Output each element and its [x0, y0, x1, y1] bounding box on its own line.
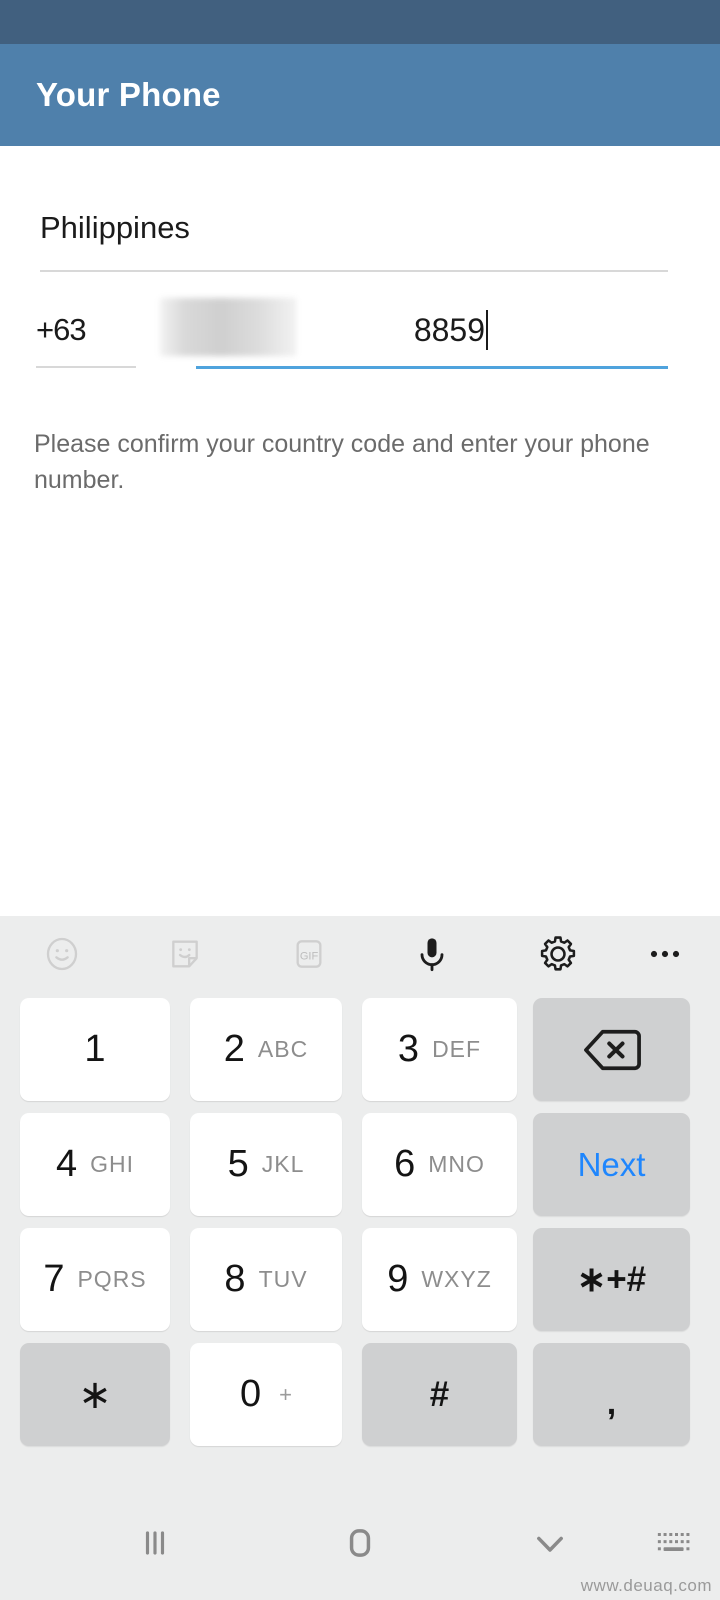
key-label: 7	[43, 1258, 65, 1300]
key-8[interactable]: 8 TUV	[190, 1228, 342, 1331]
key-label: 5	[227, 1143, 249, 1185]
svg-text:GIF: GIF	[300, 950, 319, 962]
key-symbols[interactable]: ∗+#	[533, 1228, 690, 1331]
key-sublabel: TUV	[258, 1266, 308, 1292]
key-4[interactable]: 4 GHI	[20, 1113, 170, 1216]
keypad-row: ∗ 0 + # ,	[0, 1337, 720, 1452]
backspace-icon	[583, 1029, 641, 1070]
microphone-icon[interactable]	[394, 916, 470, 992]
key-label: 8	[224, 1258, 246, 1300]
key-7[interactable]: 7 PQRS	[20, 1228, 170, 1331]
key-label: #	[429, 1374, 450, 1414]
recents-icon[interactable]	[100, 1486, 210, 1600]
key-hash[interactable]: #	[362, 1343, 517, 1446]
text-caret	[486, 310, 488, 350]
key-sublabel: WXYZ	[421, 1266, 492, 1292]
settings-gear-icon[interactable]	[520, 916, 596, 992]
app-bar: Your Phone	[0, 44, 720, 146]
keypad-row: 4 GHI 5 JKL 6 MNO Next	[0, 1107, 720, 1222]
key-backspace[interactable]	[533, 998, 690, 1101]
key-next[interactable]: Next	[533, 1113, 690, 1216]
country-code-value: +63	[36, 312, 87, 347]
keyboard-toolbar: GIF	[0, 916, 720, 992]
phone-screen: Your Phone Philippines +63 8859 Please c…	[0, 0, 720, 1600]
key-label: ,	[606, 1384, 617, 1422]
key-label: 6	[394, 1143, 416, 1185]
key-label: ∗+#	[576, 1259, 647, 1299]
phone-number-value: 8859	[413, 312, 485, 348]
key-sublabel: +	[279, 1381, 292, 1407]
form-content: Philippines +63 8859 Please confirm your…	[0, 146, 720, 1036]
keyboard: GIF 1 2 ABC 3 DEF 4 GHI 5 JKL 6 MNO Next…	[0, 916, 720, 1600]
key-label: 4	[55, 1143, 78, 1185]
key-label: 9	[387, 1258, 409, 1300]
keypad-row: 1 2 ABC 3 DEF	[0, 992, 720, 1107]
key-sublabel: PQRS	[77, 1266, 147, 1292]
country-code-underline	[36, 366, 136, 368]
key-sublabel: MNO	[428, 1151, 485, 1177]
status-bar	[0, 0, 720, 44]
android-nav-bar: www.deuaq.com	[0, 1486, 720, 1600]
site-watermark: www.deuaq.com	[580, 1576, 712, 1595]
key-sublabel: ABC	[257, 1036, 309, 1062]
phone-number-underline	[196, 366, 668, 369]
key-5[interactable]: 5 JKL	[190, 1113, 342, 1216]
helper-text: Please confirm your country code and ent…	[34, 430, 650, 494]
key-sublabel: DEF	[432, 1036, 482, 1062]
key-9[interactable]: 9 WXYZ	[362, 1228, 517, 1331]
keypad-row: 7 PQRS 8 TUV 9 WXYZ ∗+#	[0, 1222, 720, 1337]
country-field[interactable]: Philippines	[40, 208, 668, 272]
gif-icon[interactable]: GIF	[271, 916, 347, 992]
sticker-icon[interactable]	[147, 916, 223, 992]
page-title: Your Phone	[36, 76, 221, 113]
key-sublabel: JKL	[261, 1151, 305, 1177]
key-1[interactable]: 1	[20, 998, 170, 1101]
key-3[interactable]: 3 DEF	[362, 998, 517, 1101]
key-comma[interactable]: ,	[533, 1343, 690, 1446]
overflow-menu-icon[interactable]	[627, 916, 703, 992]
key-star[interactable]: ∗	[20, 1343, 170, 1446]
redacted-digits-blur	[160, 298, 296, 356]
home-icon[interactable]	[305, 1486, 415, 1600]
keypad: 1 2 ABC 3 DEF 4 GHI 5 JKL 6 MNO Next 7 P…	[0, 992, 720, 1486]
key-label: Next	[577, 1145, 646, 1183]
phone-number-field[interactable]: 8859	[160, 298, 668, 369]
key-6[interactable]: 6 MNO	[362, 1113, 517, 1216]
key-sublabel: GHI	[90, 1151, 135, 1177]
key-label: 2	[223, 1028, 245, 1070]
key-label: 1	[84, 1028, 106, 1070]
country-code-field[interactable]: +63	[36, 306, 136, 368]
phone-row: +63 8859	[0, 298, 720, 386]
key-label: ∗	[78, 1372, 112, 1417]
country-underline	[40, 270, 668, 272]
key-0[interactable]: 0 +	[190, 1343, 342, 1446]
key-label: 0	[240, 1373, 262, 1415]
key-label: 3	[397, 1028, 420, 1070]
emoji-icon[interactable]	[24, 916, 100, 992]
country-value: Philippines	[40, 210, 190, 245]
key-2[interactable]: 2 ABC	[190, 998, 342, 1101]
